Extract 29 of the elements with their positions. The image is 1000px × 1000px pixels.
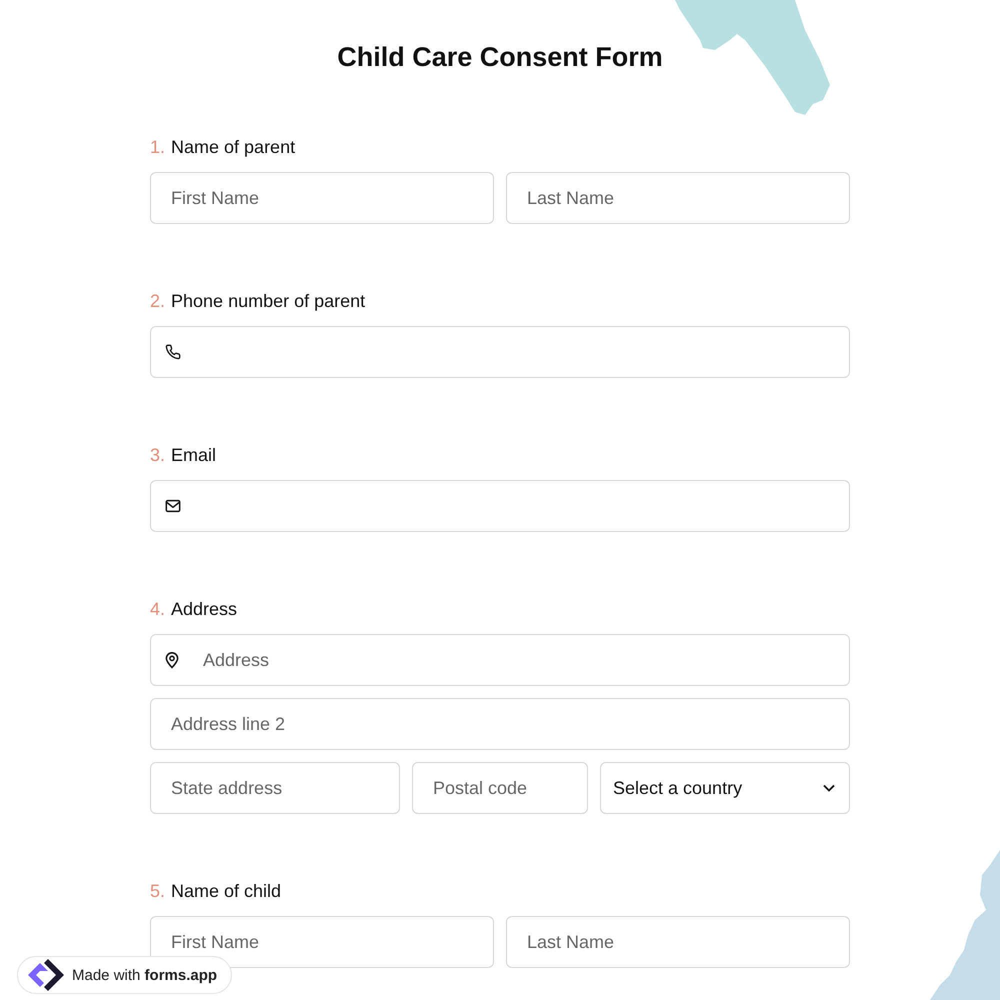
made-with-badge[interactable]: Made with forms.app bbox=[17, 956, 232, 994]
question-label: Email bbox=[171, 444, 216, 466]
mail-icon bbox=[165, 499, 181, 513]
form-title: Child Care Consent Form bbox=[336, 41, 664, 74]
chevron-down-icon bbox=[823, 784, 835, 792]
input-field[interactable]: Last Name bbox=[506, 916, 850, 968]
input-field[interactable]: Address bbox=[150, 634, 850, 686]
question-number: 2. bbox=[150, 290, 166, 312]
question-number: 5. bbox=[150, 880, 166, 902]
phone-icon bbox=[165, 344, 181, 360]
location-pin-icon bbox=[165, 652, 179, 668]
question-number: 3. bbox=[150, 444, 166, 466]
input-field[interactable]: State address bbox=[150, 762, 400, 814]
input-field[interactable]: Address line 2 bbox=[150, 698, 850, 750]
input-field[interactable] bbox=[150, 480, 850, 532]
question-number: 4. bbox=[150, 598, 166, 620]
question-number: 1. bbox=[150, 136, 166, 158]
input-field[interactable]: First Name bbox=[150, 172, 494, 224]
forms-app-logo-icon bbox=[26, 959, 66, 991]
country-dropdown[interactable]: Select a country bbox=[600, 762, 850, 814]
question-label: Phone number of parent bbox=[171, 290, 366, 312]
question-label: Name of parent bbox=[171, 136, 296, 158]
question-label: Address bbox=[171, 598, 238, 620]
input-field[interactable]: First Name bbox=[150, 916, 494, 968]
question-label: Name of child bbox=[171, 880, 282, 902]
input-field[interactable]: Postal code bbox=[412, 762, 588, 814]
input-field[interactable] bbox=[150, 326, 850, 378]
badge-text: Made with forms.app bbox=[72, 966, 218, 984]
input-field[interactable]: Last Name bbox=[506, 172, 850, 224]
